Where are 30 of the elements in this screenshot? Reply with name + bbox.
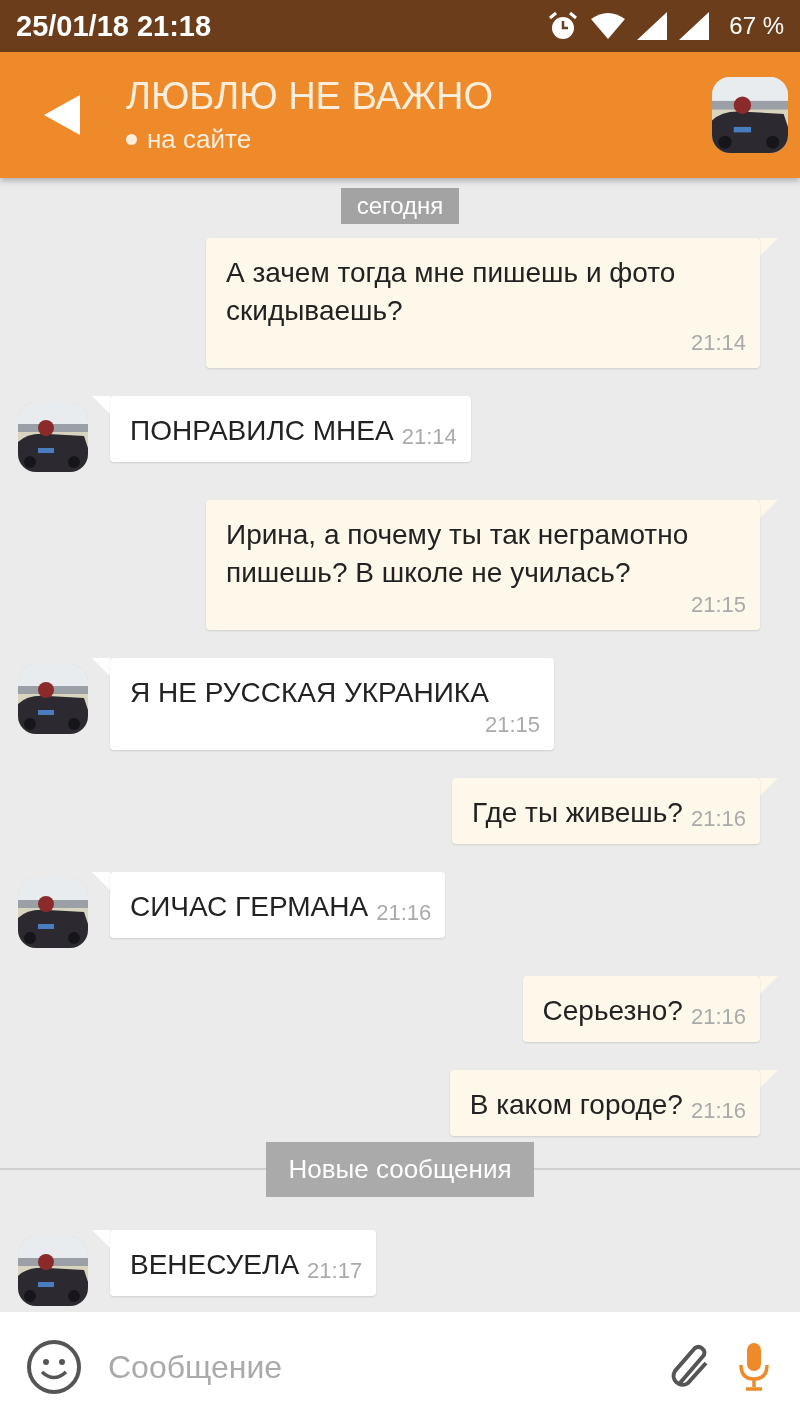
message-time: 21:14 bbox=[401, 424, 457, 450]
date-chip: сегодня bbox=[340, 188, 460, 224]
alarm-icon bbox=[547, 11, 580, 41]
wifi-icon bbox=[591, 13, 626, 39]
message-time: 21:17 bbox=[307, 1258, 363, 1284]
message-time: 21:14 bbox=[690, 330, 746, 356]
microphone-icon[interactable] bbox=[738, 1343, 770, 1391]
online-status: на сайте bbox=[147, 124, 252, 155]
message-time: 21:16 bbox=[376, 900, 432, 926]
message-text: ПОНРАВИЛС МНЕА bbox=[130, 414, 394, 448]
message-text: Серьезно? bbox=[542, 994, 683, 1028]
message-time: 21:15 bbox=[484, 712, 540, 738]
contact-name: ЛЮБЛЮ НЕ ВАЖНО bbox=[126, 75, 494, 118]
back-icon[interactable] bbox=[44, 95, 80, 135]
battery-percent: 67 % bbox=[729, 12, 784, 40]
message-text: Я НЕ РУССКАЯ УКРАНИКА bbox=[130, 676, 489, 710]
message-time: 21:16 bbox=[690, 806, 746, 832]
message-text: Ирина, а почему ты так неграмотно пишешь? В школе не училась? bbox=[226, 518, 690, 590]
signal-icon bbox=[679, 12, 710, 40]
message-text: А зачем тогда мне пишешь и фото скидываешь? bbox=[226, 256, 677, 328]
message-text: В каком городе? bbox=[469, 1088, 683, 1122]
message-time: 21:16 bbox=[690, 1098, 746, 1124]
message-text: Где ты живешь? bbox=[472, 796, 683, 830]
message-text: СИЧАС ГЕРМАНА bbox=[130, 890, 369, 924]
status-time: 25/01/18 21:18 bbox=[16, 9, 212, 43]
message-text: ВЕНЕСУЕЛА bbox=[130, 1248, 300, 1282]
emoji-icon[interactable] bbox=[26, 1339, 82, 1395]
signal-icon bbox=[637, 12, 668, 40]
message-time: 21:15 bbox=[690, 592, 746, 618]
message-time: 21:16 bbox=[690, 1004, 746, 1030]
